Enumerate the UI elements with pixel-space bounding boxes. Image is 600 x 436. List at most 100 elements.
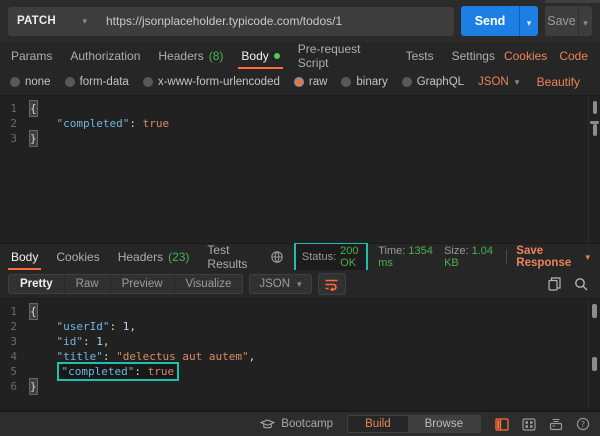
response-tab-test-results[interactable]: Test Results <box>198 243 269 271</box>
tab-settings[interactable]: Settings <box>443 42 504 69</box>
send-dropdown-button[interactable]: ▾ <box>519 6 538 36</box>
tab-label: Headers <box>158 48 204 63</box>
response-tab-headers[interactable]: Headers (23) <box>109 244 199 270</box>
chevron-down-icon: ▾ <box>585 251 591 262</box>
response-meta: Status: 200 OK Time: 1354 ms Size: 1.04 … <box>270 242 598 272</box>
svg-text:?: ? <box>581 420 585 429</box>
browse-toggle-button[interactable]: Browse <box>408 416 480 432</box>
wrap-text-button[interactable] <box>317 273 346 295</box>
status-value: 200 OK <box>340 245 359 269</box>
copy-icon[interactable] <box>548 277 561 291</box>
response-format-dropdown[interactable]: JSON ▾ <box>249 274 312 294</box>
response-code: 1{ 2 "userId": 1, 3 "id": 1, 4 "title": … <box>0 299 600 395</box>
status-bar-icons: ? <box>495 417 590 431</box>
scrollbar-thumb[interactable] <box>592 304 597 318</box>
radio-form-data[interactable]: form-data <box>64 76 129 88</box>
tab-authorization[interactable]: Authorization <box>61 42 149 69</box>
tab-body[interactable]: Body <box>232 42 288 69</box>
scrollbar-thumb[interactable] <box>593 101 597 114</box>
grid-view-icon[interactable] <box>522 417 536 431</box>
code-token: : <box>129 117 143 130</box>
radio-graphql[interactable]: GraphQL <box>401 76 464 88</box>
code-token: 1 <box>122 320 130 333</box>
size-label: Size: <box>444 245 469 257</box>
view-mode-segmented-control: Pretty Raw Preview Visualize <box>8 274 244 294</box>
network-icon[interactable] <box>270 250 284 264</box>
code-token: : <box>134 365 148 378</box>
two-pane-layout-icon[interactable] <box>495 417 509 431</box>
send-button-group: Send ▾ <box>461 6 538 36</box>
help-icon[interactable]: ? <box>576 417 590 431</box>
save-dropdown-button[interactable]: ▾ <box>578 6 592 36</box>
radio-label: none <box>25 76 51 88</box>
editor-scrollbar[interactable] <box>588 96 600 243</box>
body-has-content-dot <box>273 52 280 59</box>
scroll-marker <box>593 124 597 136</box>
graduation-cap-icon <box>260 418 276 428</box>
code-line: 3 "id": 1, <box>0 334 600 349</box>
response-tab-body[interactable]: Body <box>2 244 47 270</box>
tab-tests[interactable]: Tests <box>397 42 443 69</box>
body-format-dropdown[interactable]: JSON ▾ <box>478 76 519 88</box>
request-input-group: PATCH ▾ https://jsonplaceholder.typicode… <box>8 6 454 36</box>
code-line: 6} <box>0 378 600 395</box>
radio-circle-icon <box>401 77 412 87</box>
code-line: 3} <box>0 130 600 147</box>
radio-circle-icon <box>64 77 75 87</box>
divider <box>505 250 507 264</box>
bootcamp-label: Bootcamp <box>281 418 334 430</box>
tab-headers[interactable]: Headers (8) <box>149 42 232 69</box>
editor-scrollbar[interactable] <box>588 299 600 408</box>
radio-circle-icon <box>341 77 352 87</box>
method-select[interactable]: PATCH ▾ <box>8 15 96 27</box>
bootcamp-button[interactable]: Bootcamp <box>260 418 333 430</box>
view-pretty[interactable]: Pretty <box>9 275 65 293</box>
radio-none[interactable]: none <box>10 76 51 88</box>
request-body-editor[interactable]: 1{ 2 "completed": true 3} <box>0 95 600 243</box>
request-tabs: Params Authorization Headers (8) Body Pre… <box>0 42 600 70</box>
view-preview[interactable]: Preview <box>111 275 175 293</box>
wrap-line-icon <box>325 279 338 291</box>
view-visualize[interactable]: Visualize <box>175 275 243 293</box>
build-toggle-button[interactable]: Build <box>348 416 408 432</box>
tab-pre-request-script[interactable]: Pre-request Script <box>289 42 397 70</box>
size-meta: Size: 1.04 KB <box>444 245 495 269</box>
tab-label: Settings <box>451 48 495 63</box>
tab-label: Body <box>11 250 39 264</box>
radio-circle-icon <box>10 77 20 87</box>
radio-x-www-form-urlencoded[interactable]: x-www-form-urlencoded <box>142 76 280 88</box>
code-token: , <box>248 350 256 363</box>
code-token: : <box>83 335 97 348</box>
line-number: 1 <box>10 102 17 115</box>
code-token: true <box>142 117 170 130</box>
tab-label: Authorization <box>70 48 141 63</box>
response-body-editor[interactable]: 1{ 2 "userId": 1, 3 "id": 1, 4 "title": … <box>0 298 600 408</box>
console-icon[interactable] <box>549 418 563 431</box>
radio-binary[interactable]: binary <box>341 76 388 88</box>
tab-label: Params <box>11 48 53 63</box>
response-toolbar-right <box>548 277 592 291</box>
search-icon[interactable] <box>574 277 588 291</box>
postman-app: PATCH ▾ https://jsonplaceholder.typicode… <box>0 0 600 436</box>
send-button[interactable]: Send <box>461 6 519 36</box>
response-tab-cookies[interactable]: Cookies <box>47 244 108 270</box>
save-button[interactable]: Save <box>545 6 578 36</box>
format-label: JSON <box>478 76 509 88</box>
chevron-down-icon: ▾ <box>583 17 588 28</box>
code-link[interactable]: Code <box>559 49 588 63</box>
cookies-link[interactable]: Cookies <box>504 49 547 63</box>
time-meta: Time: 1354 ms <box>378 245 434 269</box>
tab-label: Headers <box>117 250 164 264</box>
tab-params[interactable]: Params <box>2 42 61 69</box>
view-raw[interactable]: Raw <box>65 275 111 293</box>
save-response-button[interactable]: Save Response ▾ <box>516 245 590 269</box>
line-number: 2 <box>10 117 17 130</box>
beautify-link[interactable]: Beautify <box>537 75 590 89</box>
code-token: { <box>29 100 38 117</box>
url-input[interactable]: https://jsonplaceholder.typicode.com/tod… <box>96 14 342 28</box>
code-token: "completed" <box>61 365 135 378</box>
radio-selected-icon <box>293 77 304 87</box>
radio-raw[interactable]: raw <box>293 76 327 88</box>
